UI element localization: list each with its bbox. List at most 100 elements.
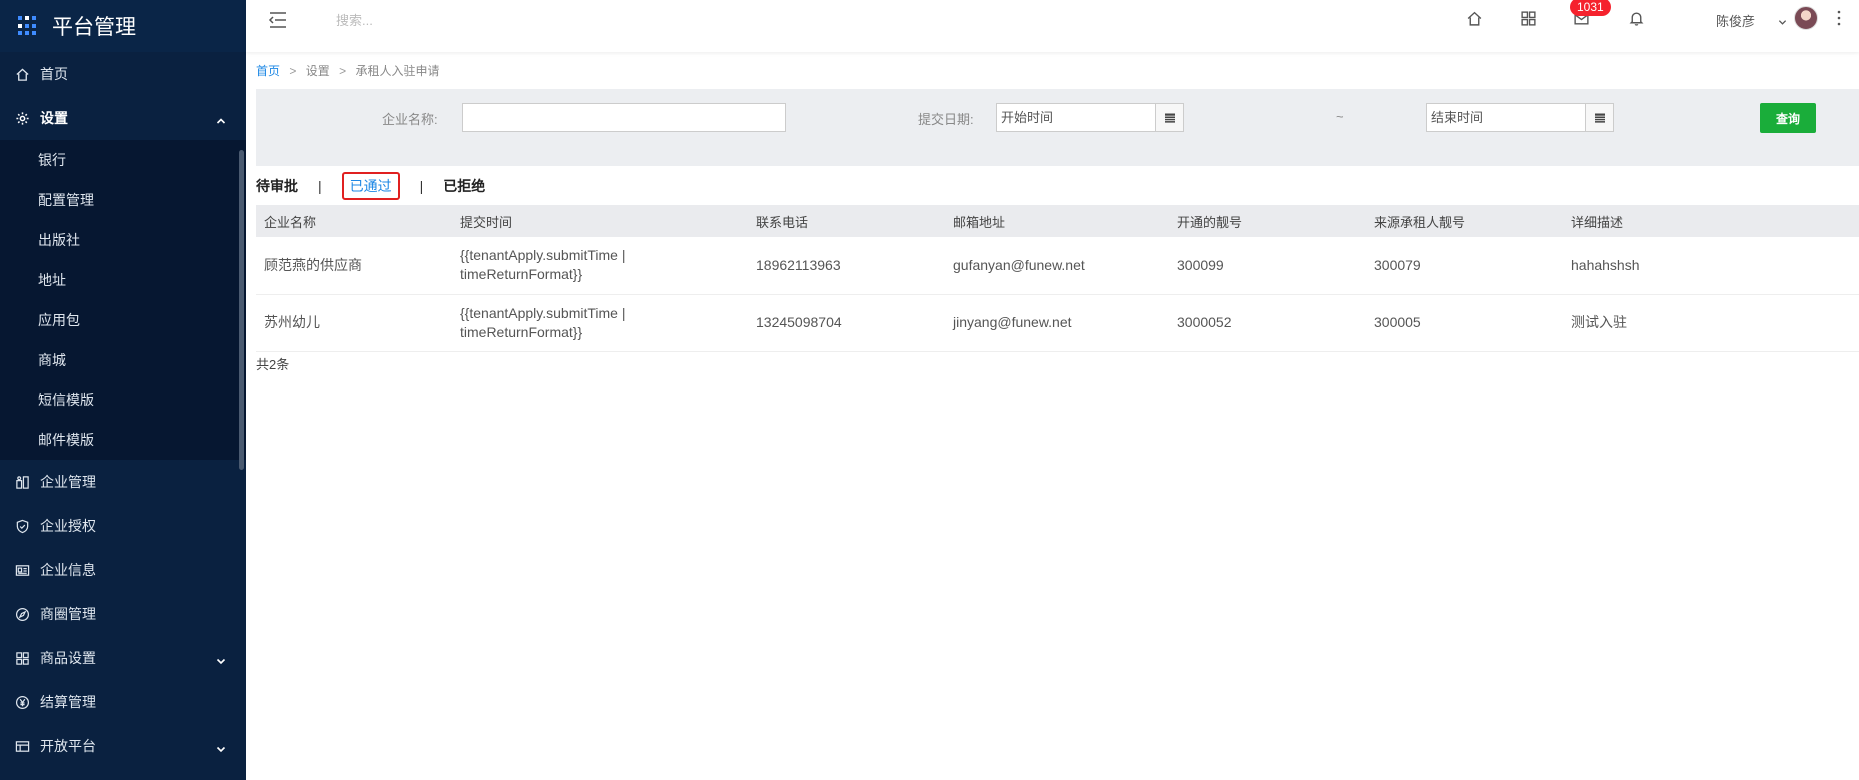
top-header: 1031 陈俊彦 bbox=[246, 0, 1859, 52]
sidebar-nav: 首页 设置 bbox=[0, 52, 246, 140]
submit-date-label: 提交日期: bbox=[918, 112, 974, 127]
table-cell: {{tenantApply.submitTime | timeReturnFor… bbox=[452, 237, 748, 295]
shield-icon bbox=[14, 518, 30, 534]
column-header: 来源承租人靓号 bbox=[1366, 205, 1563, 237]
tab-rejected[interactable]: 已拒绝 bbox=[443, 176, 485, 196]
chevron-down-icon bbox=[216, 653, 226, 665]
table-cell: 300099 bbox=[1169, 237, 1366, 295]
sidebar-subitem-email-template[interactable]: 邮件模版 bbox=[0, 420, 246, 460]
sidebar-scrollbar[interactable] bbox=[239, 150, 244, 470]
avatar[interactable] bbox=[1794, 6, 1818, 30]
sidebar-item-open-platform[interactable]: 开放平台 bbox=[0, 724, 246, 768]
yen-icon bbox=[14, 694, 30, 710]
sidebar-item-label: 设置 bbox=[40, 110, 68, 126]
settings-subnav: 银行 配置管理 出版社 地址 应用包 商城 短信模版 邮件模版 bbox=[0, 140, 246, 460]
breadcrumb: 首页 > 设置 > 承租人入驻申请 bbox=[256, 62, 439, 79]
sidebar-subitem-publisher[interactable]: 出版社 bbox=[0, 220, 246, 260]
end-date-input[interactable] bbox=[1426, 103, 1586, 132]
brand-title: 平台管理 bbox=[52, 16, 136, 39]
notification-badge: 1031 bbox=[1570, 0, 1611, 16]
start-date-input[interactable] bbox=[996, 103, 1156, 132]
sidebar-item-label: 开放平台 bbox=[40, 738, 96, 754]
filter-panel: 企业名称: 提交日期: ~ 查询 bbox=[256, 89, 1859, 166]
search-input[interactable] bbox=[336, 10, 636, 30]
home-icon bbox=[14, 66, 30, 82]
table-row[interactable]: 苏州幼儿 {{tenantApply.submitTime | timeRetu… bbox=[256, 294, 1859, 352]
breadcrumb-separator: > bbox=[289, 64, 297, 78]
sidebar-item-business-district[interactable]: 商圈管理 bbox=[0, 592, 246, 636]
home-icon[interactable] bbox=[1466, 10, 1484, 28]
column-header: 企业名称 bbox=[256, 205, 452, 237]
sidebar-item-product-settings[interactable]: 商品设置 bbox=[0, 636, 246, 680]
tab-separator: | bbox=[419, 178, 424, 194]
calendar-icon[interactable] bbox=[1585, 103, 1614, 132]
sidebar-item-settings[interactable]: 设置 bbox=[0, 96, 246, 140]
sidebar-item-enterprise-info[interactable]: 企业信息 bbox=[0, 548, 246, 592]
sidebar-item-label: 商品设置 bbox=[40, 650, 96, 666]
table-cell: {{tenantApply.submitTime | timeReturnFor… bbox=[452, 294, 748, 352]
company-name-input[interactable] bbox=[462, 103, 786, 132]
sidebar-item-label: 企业管理 bbox=[40, 474, 96, 490]
table-row[interactable]: 顾范燕的供应商 {{tenantApply.submitTime | timeR… bbox=[256, 237, 1859, 295]
status-tabs: 待审批 | 已通过 | 已拒绝 bbox=[256, 172, 485, 200]
column-header: 邮箱地址 bbox=[945, 205, 1169, 237]
tab-approved[interactable]: 已通过 bbox=[341, 172, 400, 200]
compass-icon bbox=[14, 606, 30, 622]
column-header: 联系电话 bbox=[748, 205, 945, 237]
applications-table: 企业名称 提交时间 联系电话 邮箱地址 开通的靓号 来源承租人靓号 详细描述 顾… bbox=[256, 205, 1859, 352]
table-header-row: 企业名称 提交时间 联系电话 邮箱地址 开通的靓号 来源承租人靓号 详细描述 bbox=[256, 205, 1859, 237]
sidebar-subitem-app-package[interactable]: 应用包 bbox=[0, 300, 246, 340]
column-header: 开通的靓号 bbox=[1169, 205, 1366, 237]
tab-separator: | bbox=[318, 178, 322, 194]
menu-fold-icon[interactable] bbox=[268, 10, 288, 30]
table-icon bbox=[14, 738, 30, 754]
sidebar-item-label: 首页 bbox=[40, 66, 68, 82]
table-cell: gufanyan@funew.net bbox=[945, 237, 1169, 295]
breadcrumb-separator: > bbox=[339, 64, 347, 78]
sidebar-item-label: 企业信息 bbox=[40, 562, 96, 578]
sidebar-item-label: 企业授权 bbox=[40, 518, 96, 534]
table-cell: 3000052 bbox=[1169, 294, 1366, 352]
chevron-down-icon bbox=[216, 741, 226, 753]
sidebar-subitem-address[interactable]: 地址 bbox=[0, 260, 246, 300]
breadcrumb-home[interactable]: 首页 bbox=[256, 64, 280, 78]
column-header: 详细描述 bbox=[1563, 205, 1859, 237]
id-card-icon bbox=[14, 562, 30, 578]
table-cell: 顾范燕的供应商 bbox=[256, 237, 452, 295]
gear-icon bbox=[14, 110, 30, 126]
main-content: 首页 > 设置 > 承租人入驻申请 企业名称: 提交日期: ~ 查询 待审批 |… bbox=[246, 52, 1859, 780]
table-cell: 300079 bbox=[1366, 237, 1563, 295]
sidebar-item-home[interactable]: 首页 bbox=[0, 52, 246, 96]
sidebar: 平台管理 首页 设置 银行 配置管理 出版社 地址 应用包 商城 短信模版 邮件… bbox=[0, 0, 246, 780]
table-cell: jinyang@funew.net bbox=[945, 294, 1169, 352]
building-icon bbox=[14, 474, 30, 490]
bell-icon[interactable] bbox=[1628, 10, 1646, 28]
tab-pending[interactable]: 待审批 bbox=[256, 176, 298, 196]
table-cell: 13245098704 bbox=[748, 294, 945, 352]
breadcrumb-current: 承租人入驻申请 bbox=[355, 64, 440, 78]
total-count: 共2条 bbox=[256, 357, 290, 372]
chevron-down-icon[interactable] bbox=[1778, 14, 1787, 25]
sidebar-item-settlement[interactable]: 结算管理 bbox=[0, 680, 246, 724]
breadcrumb-settings[interactable]: 设置 bbox=[306, 64, 330, 78]
table-cell: 苏州幼儿 bbox=[256, 294, 452, 352]
sidebar-subitem-config[interactable]: 配置管理 bbox=[0, 180, 246, 220]
table-cell: 300005 bbox=[1366, 294, 1563, 352]
sidebar-item-label: 商圈管理 bbox=[40, 606, 96, 622]
company-name-label: 企业名称: bbox=[382, 112, 438, 127]
more-vertical-icon[interactable] bbox=[1836, 9, 1842, 27]
sidebar-subitem-sms-template[interactable]: 短信模版 bbox=[0, 380, 246, 420]
sidebar-item-enterprise-auth[interactable]: 企业授权 bbox=[0, 504, 246, 548]
user-name[interactable]: 陈俊彦 bbox=[1716, 11, 1755, 30]
chevron-up-icon bbox=[216, 113, 226, 124]
sidebar-subitem-mall[interactable]: 商城 bbox=[0, 340, 246, 380]
table-cell: 18962113963 bbox=[748, 237, 945, 295]
sidebar-item-enterprise-management[interactable]: 企业管理 bbox=[0, 460, 246, 504]
sidebar-subitem-bank[interactable]: 银行 bbox=[0, 140, 246, 180]
query-button[interactable]: 查询 bbox=[1760, 103, 1816, 133]
date-range-separator: ~ bbox=[1336, 109, 1344, 124]
apps-grid-icon[interactable] bbox=[1520, 10, 1538, 28]
app-grid-logo-icon bbox=[18, 16, 38, 36]
calendar-icon[interactable] bbox=[1155, 103, 1184, 132]
sidebar-nav-lower: 企业管理 企业授权 企业信息 商圈管理 商品设置 结算管理 开放平台 bbox=[0, 460, 246, 768]
